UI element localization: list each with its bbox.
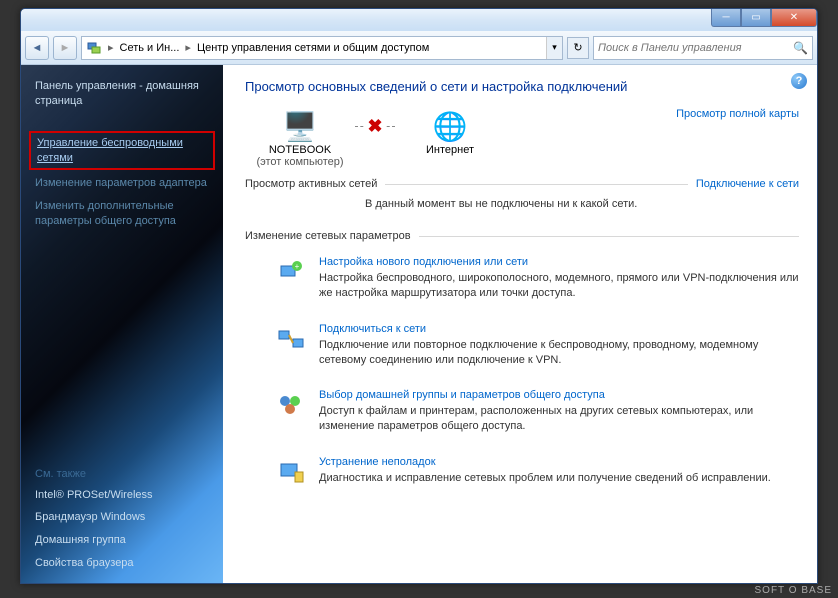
breadcrumb-seg-2[interactable]: Центр управления сетями и общим доступом <box>193 42 433 54</box>
network-map: 🖥️ NOTEBOOK (этот компьютер) ✖ 🌐 Интерне… <box>245 108 799 168</box>
sidebar-wireless[interactable]: Управление беспроводными сетями <box>29 131 215 171</box>
breadcrumb-arrow: ▸ <box>183 41 193 54</box>
sidebar-adapter[interactable]: Изменение параметров адаптера <box>21 172 223 195</box>
sidebar: Панель управления - домашняя страница Уп… <box>21 65 223 583</box>
sidebar-link-firewall[interactable]: Брандмауэр Windows <box>21 506 223 529</box>
settings-title: Изменение сетевых параметров <box>245 230 799 242</box>
watermark: SOFT O BASE <box>755 585 833 596</box>
network-icon <box>84 38 104 58</box>
breadcrumb-arrow: ▸ <box>106 41 116 54</box>
netnode-name: Интернет <box>395 144 505 156</box>
netnode-this-pc: 🖥️ NOTEBOOK (этот компьютер) <box>245 108 355 168</box>
active-networks-msg: В данный момент вы не подключены ни к ка… <box>245 194 799 220</box>
action-desc: Доступ к файлам и принтерам, расположенн… <box>319 404 799 434</box>
action-list: + Настройка нового подключения или сети … <box>245 248 799 502</box>
back-button[interactable]: ◄ <box>25 36 49 60</box>
breadcrumb[interactable]: ▸ Сеть и Ин... ▸ Центр управления сетями… <box>81 36 563 60</box>
action-troubleshoot: Устранение неполадок Диагностика и испра… <box>245 448 799 502</box>
breadcrumb-dropdown[interactable]: ▾ <box>546 37 562 59</box>
toolbar: ◄ ► ▸ Сеть и Ин... ▸ Центр управления се… <box>21 31 817 65</box>
action-desc: Диагностика и исправление сетевых пробле… <box>319 471 799 486</box>
new-connection-icon: + <box>275 256 307 288</box>
minimize-button[interactable]: ─ <box>711 9 741 27</box>
see-also-heading: См. также <box>21 464 223 484</box>
netline-broken: ✖ <box>355 108 395 144</box>
sidebar-link-browser[interactable]: Свойства браузера <box>21 552 223 575</box>
sidebar-link-intel[interactable]: Intel® PROSet/Wireless <box>21 484 223 507</box>
help-icon[interactable]: ? <box>791 73 807 89</box>
sidebar-link-homegroup[interactable]: Домашняя группа <box>21 529 223 552</box>
homegroup-icon <box>275 389 307 421</box>
maximize-button[interactable]: ▭ <box>741 9 771 27</box>
content-pane: ? Просмотр основных сведений о сети и на… <box>223 65 817 583</box>
globe-icon: 🌐 <box>395 108 505 144</box>
connect-link[interactable]: Подключение к сети <box>696 178 799 190</box>
search-box[interactable]: 🔍 <box>593 36 813 60</box>
body: Панель управления - домашняя страница Уп… <box>21 65 817 583</box>
action-desc: Настройка беспроводного, широкополосного… <box>319 271 799 301</box>
action-link[interactable]: Устранение неполадок <box>319 456 799 468</box>
action-link[interactable]: Подключиться к сети <box>319 323 799 335</box>
svg-text:+: + <box>295 262 300 271</box>
breadcrumb-seg-1[interactable]: Сеть и Ин... <box>116 42 184 54</box>
close-button[interactable]: ✕ <box>771 9 817 27</box>
action-link[interactable]: Настройка нового подключения или сети <box>319 256 799 268</box>
computer-icon: 🖥️ <box>245 108 355 144</box>
connect-icon <box>275 323 307 355</box>
sidebar-bottom: См. также Intel® PROSet/Wireless Брандма… <box>21 464 223 575</box>
titlebar: ─ ▭ ✕ <box>21 9 817 31</box>
full-map-link[interactable]: Просмотр полной карты <box>676 108 799 120</box>
action-link[interactable]: Выбор домашней группы и параметров общег… <box>319 389 799 401</box>
action-connect: Подключиться к сети Подключение или повт… <box>245 315 799 382</box>
refresh-button[interactable]: ↻ <box>567 37 589 59</box>
action-homegroup: Выбор домашней группы и параметров общег… <box>245 381 799 448</box>
action-desc: Подключение или повторное подключение к … <box>319 338 799 368</box>
netnode-internet: 🌐 Интернет <box>395 108 505 156</box>
search-input[interactable] <box>598 42 793 54</box>
search-icon: 🔍 <box>793 41 808 55</box>
page-title: Просмотр основных сведений о сети и наст… <box>245 79 799 94</box>
sidebar-sharing[interactable]: Изменить дополнительные параметры общего… <box>21 195 223 233</box>
netnode-sub: (этот компьютер) <box>245 156 355 168</box>
sidebar-home[interactable]: Панель управления - домашняя страница <box>21 75 223 113</box>
netnode-name: NOTEBOOK <box>245 144 355 156</box>
control-panel-window: ─ ▭ ✕ ◄ ► ▸ Сеть и Ин... ▸ Центр управле… <box>20 8 818 584</box>
active-networks-title: Просмотр активных сетей Подключение к се… <box>245 178 799 190</box>
action-new-connection: + Настройка нового подключения или сети … <box>245 248 799 315</box>
x-icon: ✖ <box>365 116 384 137</box>
troubleshoot-icon <box>275 456 307 488</box>
window-controls: ─ ▭ ✕ <box>711 9 817 27</box>
forward-button[interactable]: ► <box>53 36 77 60</box>
